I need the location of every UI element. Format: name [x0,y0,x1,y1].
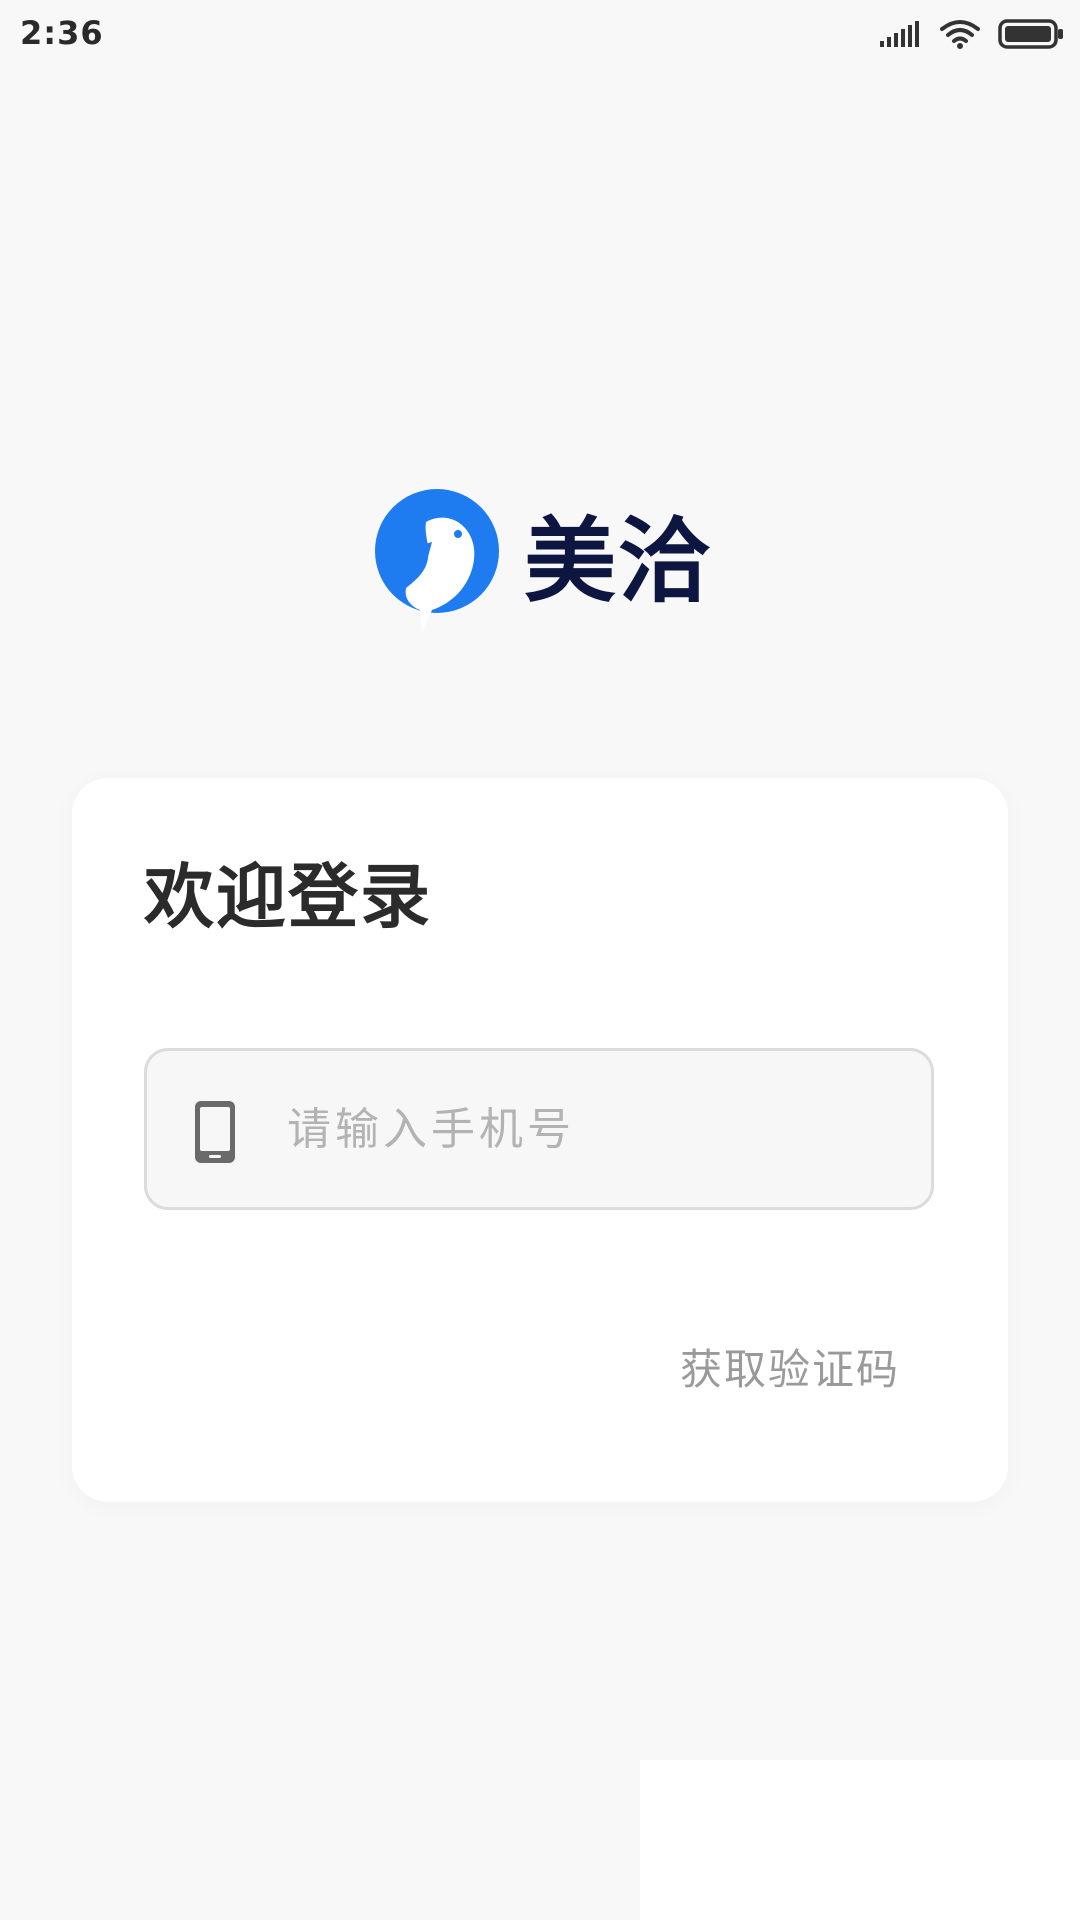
get-verification-code-button[interactable]: 获取验证码 [680,1336,900,1397]
login-card: 欢迎登录 获取验证码 [72,778,1008,1502]
battery-icon [998,19,1064,53]
welcome-title: 欢迎登录 [144,856,432,938]
app-name: 美洽 [524,508,713,615]
wifi-icon [940,19,980,53]
status-time: 2:36 [20,14,104,52]
status-icons [880,18,1064,54]
phone-field[interactable] [144,1048,934,1210]
parrot-logo-icon [375,489,499,632]
phone-input[interactable] [287,1051,907,1207]
signal-icon [880,21,922,51]
bottom-overlay [640,1760,1080,1920]
status-bar: 2:36 [0,0,1080,72]
mobile-phone-icon [195,1101,235,1163]
app-logo: 美洽 [374,488,712,636]
